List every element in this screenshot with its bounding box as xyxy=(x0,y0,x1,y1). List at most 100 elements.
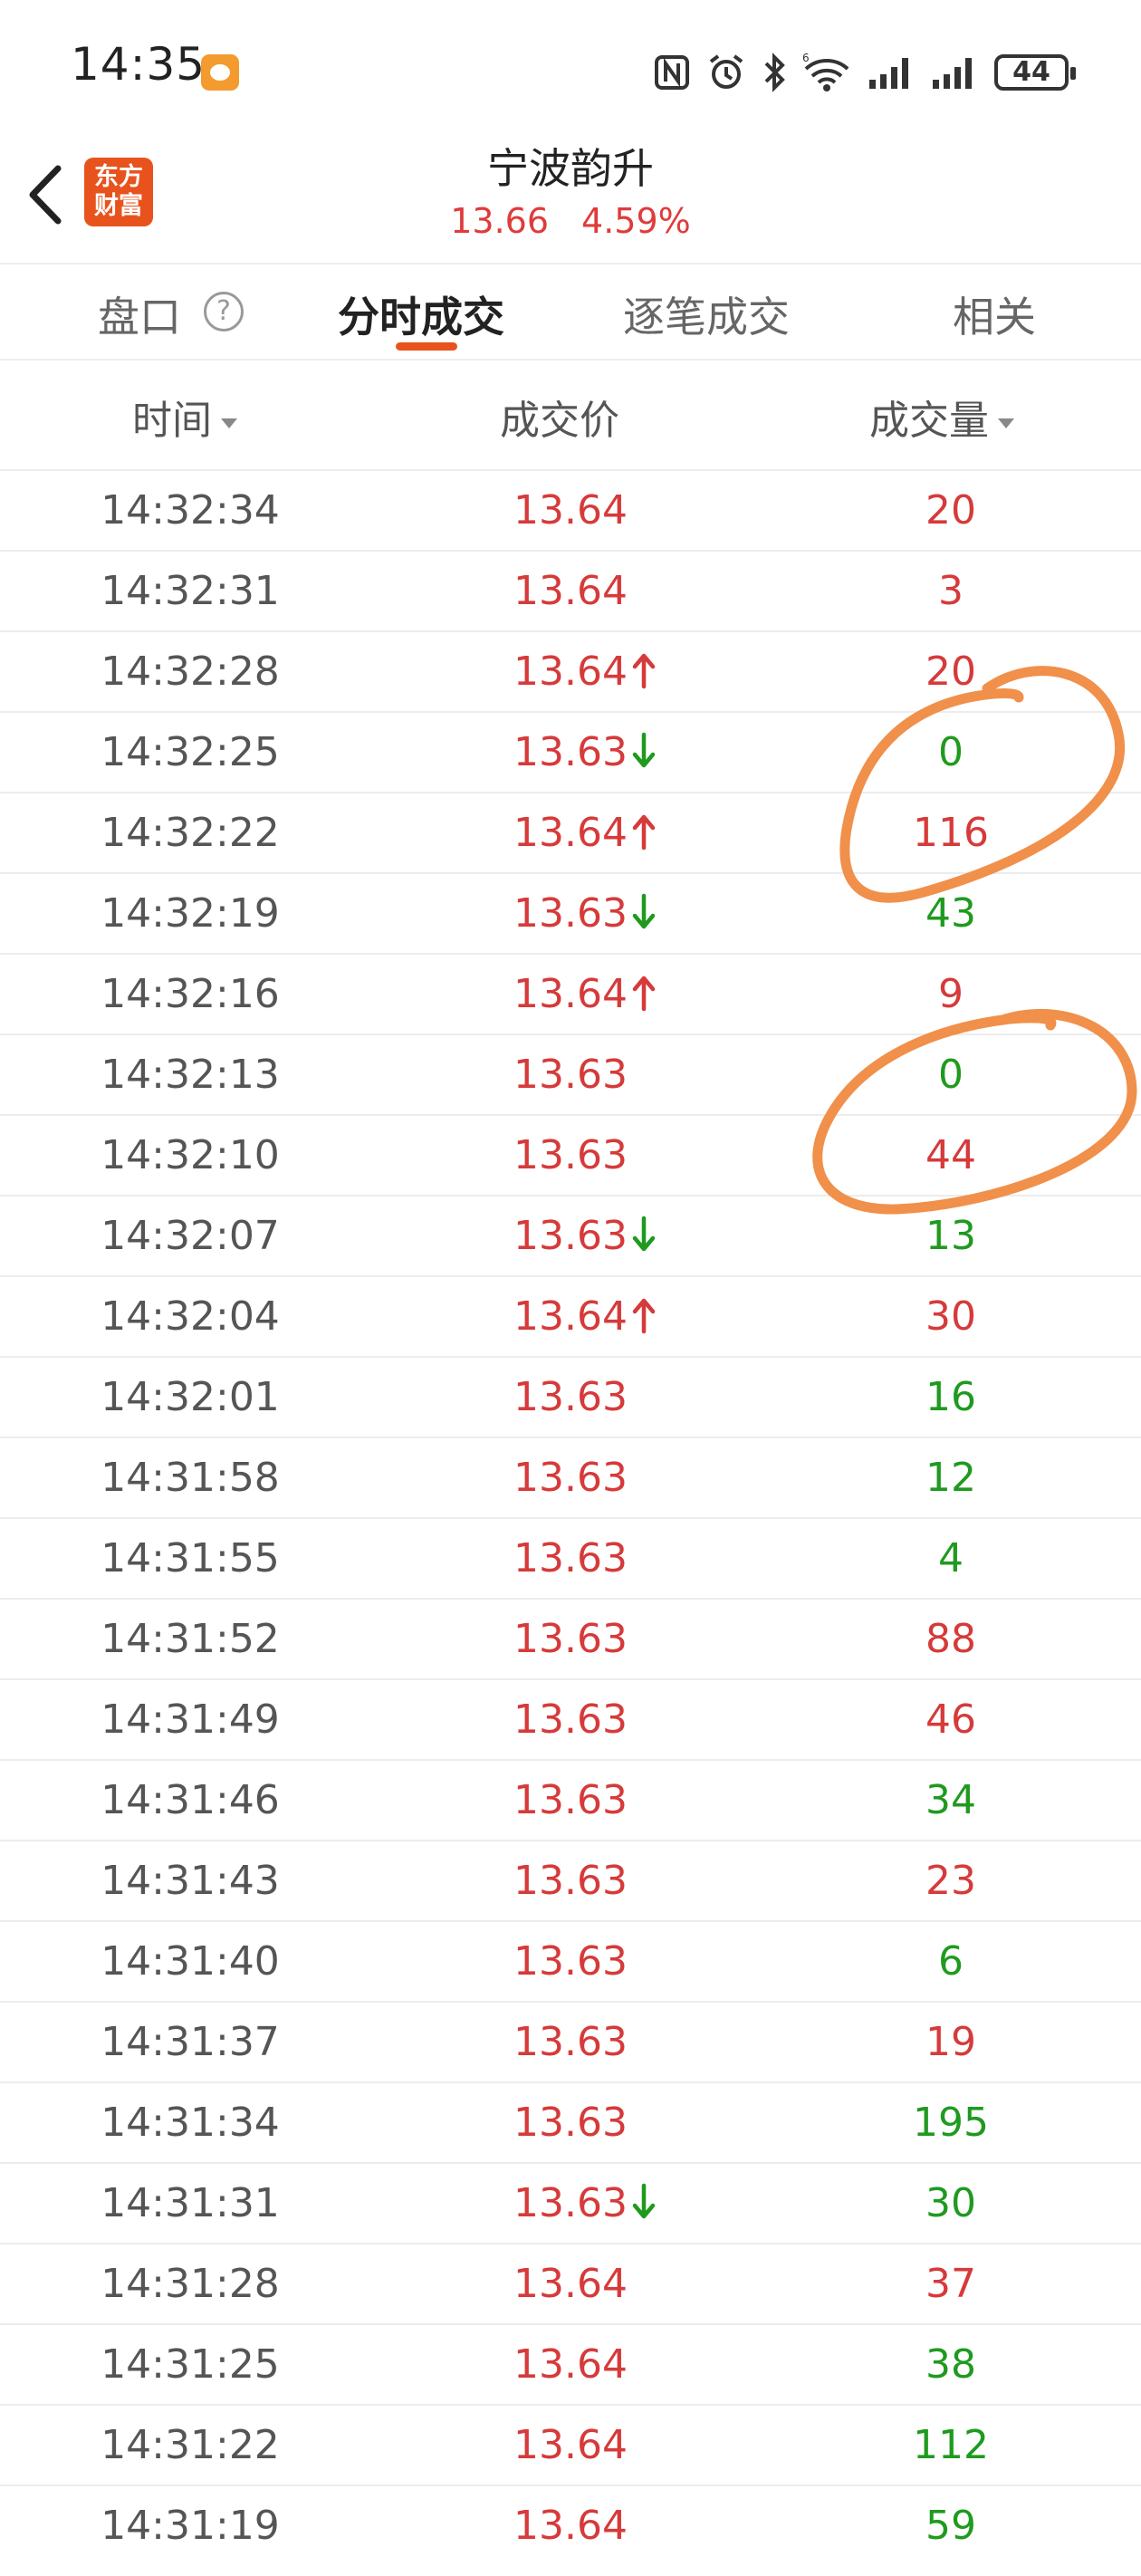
trade-volume: 20 xyxy=(925,487,976,533)
trade-price: 13.63 xyxy=(380,2019,761,2065)
table-row[interactable]: 14:31:40 13.63 6 xyxy=(0,1920,1141,2001)
trade-time: 14:31:37 xyxy=(101,2019,280,2065)
trade-volume: 20 xyxy=(925,649,976,695)
trade-price: 13.64 xyxy=(380,971,761,1017)
table-row[interactable]: 14:31:58 13.63 12 xyxy=(0,1437,1141,1517)
trade-volume: 43 xyxy=(925,890,976,937)
table-row[interactable]: 14:32:22 13.64 116 xyxy=(0,792,1141,872)
trade-price-value: 13.63 xyxy=(513,1132,628,1178)
table-row[interactable]: 14:31:19 13.64 59 xyxy=(0,2485,1141,2565)
trade-volume: 195 xyxy=(913,2100,989,2146)
trade-price-value: 13.64 xyxy=(513,2341,628,2388)
bluetooth-icon xyxy=(764,53,785,92)
notification-app-icon xyxy=(201,54,239,91)
table-row[interactable]: 14:31:34 13.63 195 xyxy=(0,2081,1141,2162)
trade-price-value: 13.64 xyxy=(513,568,628,614)
tab-time-sales[interactable]: 分时成交 xyxy=(338,284,504,344)
table-row[interactable]: 14:31:25 13.64 38 xyxy=(0,2323,1141,2404)
arrow-up-icon xyxy=(632,976,656,1012)
trade-price-value: 13.63 xyxy=(513,1938,628,1985)
table-row[interactable]: 14:31:55 13.63 4 xyxy=(0,1517,1141,1598)
trade-time: 14:31:43 xyxy=(101,1858,280,1904)
help-icon[interactable]: ? xyxy=(204,292,244,332)
trade-price-value: 13.63 xyxy=(513,1535,628,1581)
trade-time: 14:31:49 xyxy=(101,1697,280,1743)
alarm-icon xyxy=(709,54,743,89)
arrow-down-icon xyxy=(632,893,656,929)
trade-price-value: 13.64 xyxy=(513,2422,628,2468)
column-time[interactable]: 时间 xyxy=(132,388,237,446)
table-row[interactable]: 14:32:31 13.64 3 xyxy=(0,550,1141,630)
trade-volume: 59 xyxy=(925,2503,976,2549)
trade-volume: 38 xyxy=(925,2341,976,2388)
signal-icon-2 xyxy=(933,58,972,89)
trade-price: 13.63 xyxy=(380,729,761,775)
arrow-down-icon xyxy=(632,732,656,768)
table-row[interactable]: 14:31:22 13.64 112 xyxy=(0,2404,1141,2485)
table-row[interactable]: 14:32:01 13.63 16 xyxy=(0,1356,1141,1437)
trade-price: 13.64 xyxy=(380,568,761,614)
column-volume[interactable]: 成交量 xyxy=(869,388,1014,446)
svg-text:6: 6 xyxy=(802,53,810,64)
status-bar: 14:35 6 44 xyxy=(0,0,1141,136)
trade-volume: 6 xyxy=(938,1938,964,1985)
battery-icon: 44 xyxy=(994,54,1076,91)
status-icons: 6 44 xyxy=(654,45,1076,100)
table-row[interactable]: 14:31:43 13.63 23 xyxy=(0,1840,1141,1920)
trade-time: 14:32:28 xyxy=(101,649,280,695)
tab-bar: 盘口 ? 分时成交 逐笔成交 相关 xyxy=(0,264,1141,359)
trade-time: 14:31:22 xyxy=(101,2422,280,2468)
table-row[interactable]: 14:31:52 13.63 88 xyxy=(0,1598,1141,1678)
table-row[interactable]: 14:32:10 13.63 44 xyxy=(0,1114,1141,1195)
trade-time: 14:31:19 xyxy=(101,2503,280,2549)
table-header: 时间 成交价 成交量 xyxy=(0,360,1141,469)
trade-volume: 9 xyxy=(938,971,964,1017)
trade-price: 13.64 xyxy=(380,1293,761,1340)
table-row[interactable]: 14:31:49 13.63 46 xyxy=(0,1678,1141,1759)
trade-time: 14:32:04 xyxy=(101,1293,280,1340)
trade-time: 14:31:55 xyxy=(101,1535,280,1581)
tab-order-book[interactable]: 盘口 xyxy=(98,284,181,344)
tab-tick-trades[interactable]: 逐笔成交 xyxy=(623,284,790,344)
table-row[interactable]: 14:32:34 13.64 20 xyxy=(0,469,1141,550)
table-row[interactable]: 14:32:13 13.63 0 xyxy=(0,1033,1141,1114)
trade-price: 13.64 xyxy=(380,2261,761,2307)
trade-price-value: 13.64 xyxy=(513,1293,628,1340)
trade-price: 13.63 xyxy=(380,2100,761,2146)
stock-header: 东方 财富 宁波韵升 13.66 4.59% xyxy=(0,136,1141,263)
table-row[interactable]: 14:32:16 13.64 9 xyxy=(0,953,1141,1033)
battery-level: 44 xyxy=(1012,56,1050,88)
trade-volume: 34 xyxy=(925,1777,976,1823)
table-row[interactable]: 14:32:28 13.64 20 xyxy=(0,630,1141,711)
trade-time: 14:32:13 xyxy=(101,1052,280,1098)
table-row[interactable]: 14:32:04 13.64 30 xyxy=(0,1275,1141,1356)
trade-volume: 0 xyxy=(938,729,964,775)
table-row[interactable]: 14:32:25 13.63 0 xyxy=(0,711,1141,792)
table-row[interactable]: 14:31:31 13.63 30 xyxy=(0,2162,1141,2243)
trade-price-value: 13.63 xyxy=(513,1616,628,1662)
trade-price: 13.63 xyxy=(380,1858,761,1904)
table-row[interactable]: 14:32:07 13.63 13 xyxy=(0,1195,1141,1275)
table-row[interactable]: 14:32:19 13.63 43 xyxy=(0,872,1141,953)
trade-time: 14:31:46 xyxy=(101,1777,280,1823)
trade-price: 13.64 xyxy=(380,649,761,695)
trade-price: 13.63 xyxy=(380,1374,761,1420)
trade-price: 13.63 xyxy=(380,1535,761,1581)
trade-price-value: 13.64 xyxy=(513,487,628,533)
trade-time: 14:31:31 xyxy=(101,2180,280,2226)
signal-icon xyxy=(869,58,908,89)
trade-price: 13.64 xyxy=(380,487,761,533)
trade-volume: 19 xyxy=(925,2019,976,2065)
trade-price-value: 13.64 xyxy=(513,649,628,695)
trade-volume: 3 xyxy=(938,568,964,614)
trade-volume: 30 xyxy=(925,2180,976,2226)
trade-price: 13.63 xyxy=(380,1052,761,1098)
table-row[interactable]: 14:31:28 13.64 37 xyxy=(0,2243,1141,2323)
trade-time: 14:31:40 xyxy=(101,1938,280,1985)
tab-related[interactable]: 相关 xyxy=(953,284,1036,344)
trade-volume: 37 xyxy=(925,2261,976,2307)
trade-time: 14:32:34 xyxy=(101,487,280,533)
table-row[interactable]: 14:31:37 13.63 19 xyxy=(0,2001,1141,2081)
table-row[interactable]: 14:31:46 13.63 34 xyxy=(0,1759,1141,1840)
trade-price-value: 13.63 xyxy=(513,1374,628,1420)
